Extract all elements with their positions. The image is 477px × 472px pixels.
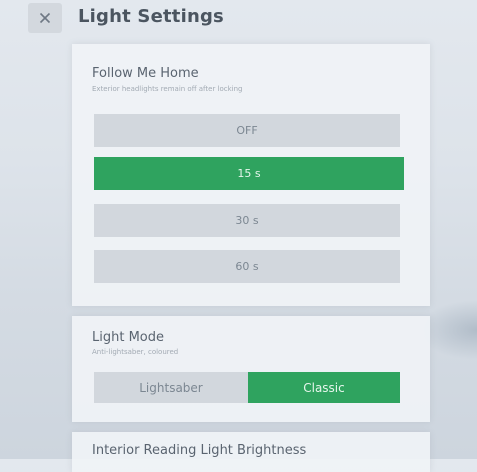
follow-me-home-subtitle: Exterior headlights remain off after loc… (92, 85, 243, 93)
light-mode-classic[interactable]: Classic (248, 372, 400, 403)
follow-me-home-panel: Follow Me Home Exterior headlights remai… (72, 44, 430, 306)
light-mode-subtitle: Anti-lightsaber, coloured (92, 348, 179, 356)
light-mode-lightsaber[interactable]: Lightsaber (94, 372, 248, 403)
follow-option-off[interactable]: OFF (94, 114, 400, 147)
header: Light Settings (0, 0, 477, 38)
interior-reading-panel: Interior Reading Light Brightness (72, 432, 430, 472)
light-mode-title: Light Mode (92, 330, 164, 345)
follow-option-15s[interactable]: 15 s (94, 157, 404, 190)
follow-option-30s[interactable]: 30 s (94, 204, 400, 237)
light-mode-panel: Light Mode Anti-lightsaber, coloured Lig… (72, 316, 430, 422)
follow-option-60s[interactable]: 60 s (94, 250, 400, 283)
interior-reading-title: Interior Reading Light Brightness (92, 443, 307, 458)
close-button[interactable] (28, 3, 62, 33)
follow-me-home-title: Follow Me Home (92, 66, 199, 81)
close-icon (39, 12, 51, 24)
page-title: Light Settings (78, 6, 224, 27)
